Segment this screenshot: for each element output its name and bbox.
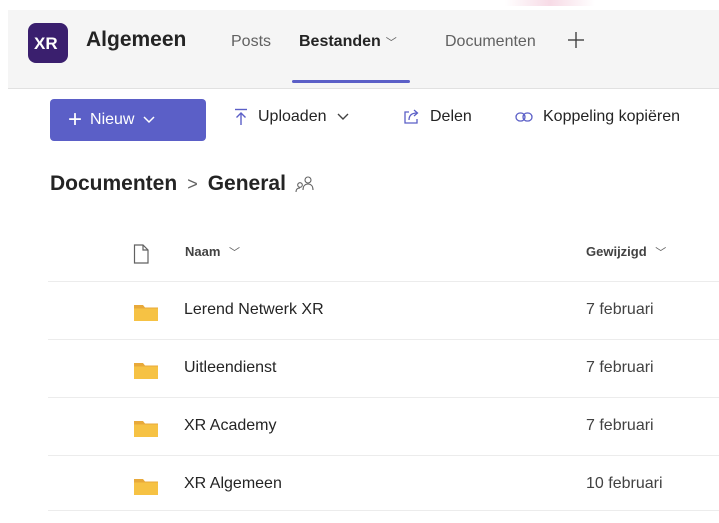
breadcrumb-separator: > — [187, 173, 198, 194]
upload-arrow-icon — [235, 108, 247, 125]
channel-title: Algemeen — [86, 28, 187, 51]
file-name[interactable]: XR Academy — [184, 417, 276, 435]
tab-posts[interactable]: Posts — [231, 33, 271, 51]
decorative-glow — [505, 0, 595, 6]
column-header-name[interactable]: Naam ﹀ — [185, 244, 240, 260]
tab-documenten[interactable]: Documenten — [445, 33, 536, 51]
copy-link-button-label: Koppeling kopiëren — [543, 108, 680, 125]
file-name[interactable]: XR Algemeen — [184, 475, 282, 493]
share-button[interactable]: Delen — [403, 108, 472, 126]
chevron-down-icon: ﹀ — [655, 247, 667, 259]
tab-bestanden-label: Bestanden — [299, 33, 381, 50]
breadcrumb: Documenten > General — [50, 172, 316, 196]
team-avatar[interactable]: XR — [28, 23, 68, 63]
table-row[interactable]: Uitleendienst 7 februari — [48, 339, 719, 397]
folder-icon — [134, 421, 158, 437]
link-icon — [515, 112, 533, 122]
file-name[interactable]: Lerend Netwerk XR — [184, 301, 324, 319]
team-logo-icon: XR — [34, 34, 58, 53]
document-icon[interactable] — [133, 244, 149, 264]
column-header-modified-label: Gewijzigd — [586, 244, 647, 259]
copy-link-button[interactable]: Koppeling kopiëren — [515, 108, 680, 126]
folder-icon — [134, 305, 158, 321]
active-tab-indicator — [292, 80, 410, 83]
share-icon — [404, 109, 419, 124]
modified-date: 7 februari — [586, 417, 654, 434]
breadcrumb-root[interactable]: Documenten — [50, 172, 177, 196]
file-name[interactable]: Uitleendienst — [184, 359, 277, 377]
tab-posts-label: Posts — [231, 33, 272, 50]
modified-date: 7 februari — [586, 359, 654, 376]
tab-documenten-label: Documenten — [445, 33, 536, 50]
tab-bestanden[interactable]: Bestanden ﹀ — [299, 33, 397, 51]
upload-button[interactable]: Uploaden — [234, 108, 349, 126]
svg-text:XR: XR — [34, 34, 58, 53]
chevron-down-icon — [337, 113, 348, 120]
share-button-label: Delen — [430, 108, 472, 125]
people-icon[interactable] — [294, 175, 316, 193]
chevron-down-icon: ﹀ — [229, 247, 241, 259]
new-button[interactable]: + Nieuw — [50, 99, 206, 141]
add-tab-plus-icon[interactable] — [567, 31, 585, 49]
chevron-down-icon — [143, 116, 156, 124]
table-end-divider — [48, 510, 719, 511]
new-button-label: Nieuw — [90, 111, 135, 128]
folder-icon — [134, 363, 158, 379]
column-header-modified[interactable]: Gewijzigd ﹀ — [586, 244, 666, 260]
table-row[interactable]: XR Academy 7 februari — [48, 397, 719, 455]
table-row[interactable]: Lerend Netwerk XR 7 februari — [48, 281, 719, 339]
table-row[interactable]: XR Algemeen 10 februari — [48, 455, 719, 513]
upload-button-label: Uploaden — [258, 108, 327, 125]
column-header-name-label: Naam — [185, 244, 221, 259]
modified-date: 7 februari — [586, 301, 654, 318]
modified-date: 10 februari — [586, 475, 663, 492]
chevron-down-icon: ﹀ — [385, 37, 397, 49]
plus-icon: + — [68, 106, 83, 133]
folder-icon — [134, 479, 158, 495]
breadcrumb-current: General — [207, 172, 286, 195]
